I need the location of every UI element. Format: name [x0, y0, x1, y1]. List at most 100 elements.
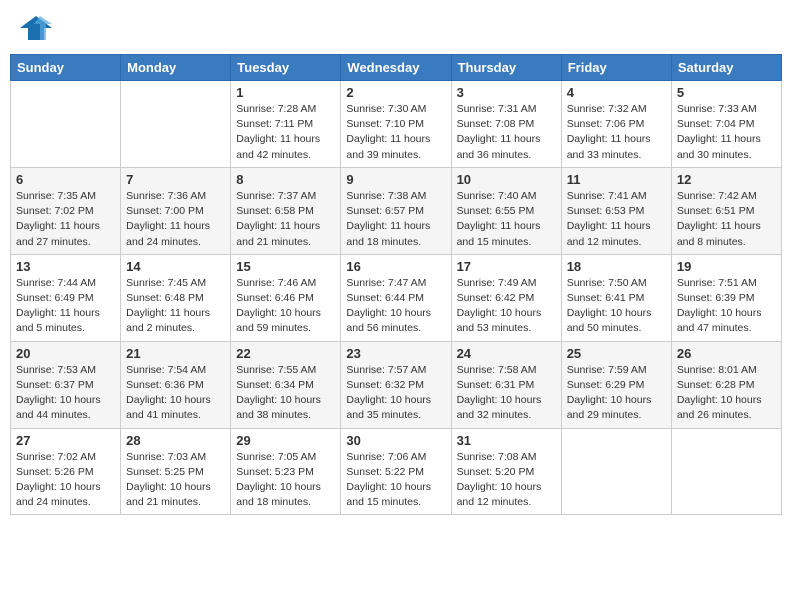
calendar-cell: 6 Sunrise: 7:35 AM Sunset: 7:02 PM Daylig… [11, 167, 121, 254]
calendar-cell: 12 Sunrise: 7:42 AM Sunset: 6:51 PM Dayli… [671, 167, 781, 254]
calendar-cell: 24 Sunrise: 7:58 AM Sunset: 6:31 PM Dayli… [451, 341, 561, 428]
calendar-cell [671, 428, 781, 515]
day-info: Sunrise: 7:05 AM Sunset: 5:23 PM Dayligh… [236, 450, 335, 511]
day-number: 26 [677, 346, 776, 361]
page-header [10, 10, 782, 46]
day-number: 15 [236, 259, 335, 274]
column-header-saturday: Saturday [671, 55, 781, 81]
day-number: 23 [346, 346, 445, 361]
calendar-cell: 18 Sunrise: 7:50 AM Sunset: 6:41 PM Dayli… [561, 254, 671, 341]
day-info: Sunrise: 7:31 AM Sunset: 7:08 PM Dayligh… [457, 102, 556, 163]
day-number: 1 [236, 85, 335, 100]
calendar-week-row: 1 Sunrise: 7:28 AM Sunset: 7:11 PM Daylig… [11, 81, 782, 168]
calendar-cell: 8Sunrise: 7:37 AM Sunset: 6:58 PM Daylig… [231, 167, 341, 254]
calendar-cell: 16Sunrise: 7:47 AM Sunset: 6:44 PM Dayli… [341, 254, 451, 341]
calendar-cell [11, 81, 121, 168]
day-number: 10 [457, 172, 556, 187]
day-info: Sunrise: 7:44 AM Sunset: 6:49 PM Dayligh… [16, 276, 115, 337]
calendar-week-row: 13 Sunrise: 7:44 AM Sunset: 6:49 PM Dayli… [11, 254, 782, 341]
calendar-cell: 19Sunrise: 7:51 AM Sunset: 6:39 PM Dayli… [671, 254, 781, 341]
day-info: Sunrise: 7:53 AM Sunset: 6:37 PM Dayligh… [16, 363, 115, 424]
calendar-cell: 29 Sunrise: 7:05 AM Sunset: 5:23 PM Dayli… [231, 428, 341, 515]
day-number: 13 [16, 259, 115, 274]
logo [18, 14, 56, 42]
day-info: Sunrise: 7:42 AM Sunset: 6:51 PM Dayligh… [677, 189, 776, 250]
calendar-cell: 31 Sunrise: 7:08 AM Sunset: 5:20 PM Dayli… [451, 428, 561, 515]
day-number: 2 [346, 85, 445, 100]
day-number: 28 [126, 433, 225, 448]
day-info: Sunrise: 7:08 AM Sunset: 5:20 PM Dayligh… [457, 450, 556, 511]
calendar-week-row: 27 Sunrise: 7:02 AM Sunset: 5:26 PM Dayli… [11, 428, 782, 515]
day-info: Sunrise: 7:51 AM Sunset: 6:39 PM Dayligh… [677, 276, 776, 337]
calendar-cell: 22Sunrise: 7:55 AM Sunset: 6:34 PM Dayli… [231, 341, 341, 428]
calendar-cell: 2 Sunrise: 7:30 AM Sunset: 7:10 PM Daylig… [341, 81, 451, 168]
calendar-week-row: 6 Sunrise: 7:35 AM Sunset: 7:02 PM Daylig… [11, 167, 782, 254]
day-info: Sunrise: 7:03 AM Sunset: 5:25 PM Dayligh… [126, 450, 225, 511]
day-info: Sunrise: 7:06 AM Sunset: 5:22 PM Dayligh… [346, 450, 445, 511]
day-number: 5 [677, 85, 776, 100]
calendar-cell: 21 Sunrise: 7:54 AM Sunset: 6:36 PM Dayli… [121, 341, 231, 428]
calendar-cell: 25 Sunrise: 7:59 AM Sunset: 6:29 PM Dayli… [561, 341, 671, 428]
day-number: 9 [346, 172, 445, 187]
day-number: 24 [457, 346, 556, 361]
calendar-cell: 1 Sunrise: 7:28 AM Sunset: 7:11 PM Daylig… [231, 81, 341, 168]
day-info: Sunrise: 7:57 AM Sunset: 6:32 PM Dayligh… [346, 363, 445, 424]
calendar-cell: 5 Sunrise: 7:33 AM Sunset: 7:04 PM Daylig… [671, 81, 781, 168]
day-info: Sunrise: 7:58 AM Sunset: 6:31 PM Dayligh… [457, 363, 556, 424]
day-number: 4 [567, 85, 666, 100]
day-info: Sunrise: 7:45 AM Sunset: 6:48 PM Dayligh… [126, 276, 225, 337]
day-number: 17 [457, 259, 556, 274]
day-number: 18 [567, 259, 666, 274]
day-info: Sunrise: 7:50 AM Sunset: 6:41 PM Dayligh… [567, 276, 666, 337]
day-info: Sunrise: 7:35 AM Sunset: 7:02 PM Dayligh… [16, 189, 115, 250]
day-info: Sunrise: 7:59 AM Sunset: 6:29 PM Dayligh… [567, 363, 666, 424]
day-number: 30 [346, 433, 445, 448]
calendar-cell: 10 Sunrise: 7:40 AM Sunset: 6:55 PM Dayli… [451, 167, 561, 254]
day-number: 12 [677, 172, 776, 187]
calendar-cell: 4 Sunrise: 7:32 AM Sunset: 7:06 PM Daylig… [561, 81, 671, 168]
day-number: 3 [457, 85, 556, 100]
day-number: 29 [236, 433, 335, 448]
calendar-cell: 7 Sunrise: 7:36 AM Sunset: 7:00 PM Daylig… [121, 167, 231, 254]
calendar-cell: 20 Sunrise: 7:53 AM Sunset: 6:37 PM Dayli… [11, 341, 121, 428]
day-info: Sunrise: 7:30 AM Sunset: 7:10 PM Dayligh… [346, 102, 445, 163]
column-header-monday: Monday [121, 55, 231, 81]
day-info: Sunrise: 8:01 AM Sunset: 6:28 PM Dayligh… [677, 363, 776, 424]
calendar-cell: 23 Sunrise: 7:57 AM Sunset: 6:32 PM Dayli… [341, 341, 451, 428]
calendar-cell: 15Sunrise: 7:46 AM Sunset: 6:46 PM Dayli… [231, 254, 341, 341]
day-info: Sunrise: 7:55 AM Sunset: 6:34 PM Dayligh… [236, 363, 335, 424]
calendar-cell: 30 Sunrise: 7:06 AM Sunset: 5:22 PM Dayli… [341, 428, 451, 515]
column-header-sunday: Sunday [11, 55, 121, 81]
day-info: Sunrise: 7:28 AM Sunset: 7:11 PM Dayligh… [236, 102, 335, 163]
day-info: Sunrise: 7:33 AM Sunset: 7:04 PM Dayligh… [677, 102, 776, 163]
day-number: 27 [16, 433, 115, 448]
day-info: Sunrise: 7:37 AM Sunset: 6:58 PM Dayligh… [236, 189, 335, 250]
day-number: 25 [567, 346, 666, 361]
day-info: Sunrise: 7:40 AM Sunset: 6:55 PM Dayligh… [457, 189, 556, 250]
day-info: Sunrise: 7:32 AM Sunset: 7:06 PM Dayligh… [567, 102, 666, 163]
day-number: 11 [567, 172, 666, 187]
calendar-cell: 26 Sunrise: 8:01 AM Sunset: 6:28 PM Dayli… [671, 341, 781, 428]
day-number: 20 [16, 346, 115, 361]
column-header-wednesday: Wednesday [341, 55, 451, 81]
day-number: 6 [16, 172, 115, 187]
calendar-cell [121, 81, 231, 168]
calendar-header-row: SundayMondayTuesdayWednesdayThursdayFrid… [11, 55, 782, 81]
day-number: 21 [126, 346, 225, 361]
calendar-cell: 14 Sunrise: 7:45 AM Sunset: 6:48 PM Dayli… [121, 254, 231, 341]
calendar-cell: 11 Sunrise: 7:41 AM Sunset: 6:53 PM Dayli… [561, 167, 671, 254]
day-info: Sunrise: 7:36 AM Sunset: 7:00 PM Dayligh… [126, 189, 225, 250]
day-info: Sunrise: 7:02 AM Sunset: 5:26 PM Dayligh… [16, 450, 115, 511]
day-number: 7 [126, 172, 225, 187]
calendar-cell: 17Sunrise: 7:49 AM Sunset: 6:42 PM Dayli… [451, 254, 561, 341]
day-number: 16 [346, 259, 445, 274]
calendar-cell: 27 Sunrise: 7:02 AM Sunset: 5:26 PM Dayli… [11, 428, 121, 515]
day-info: Sunrise: 7:41 AM Sunset: 6:53 PM Dayligh… [567, 189, 666, 250]
calendar-cell: 3 Sunrise: 7:31 AM Sunset: 7:08 PM Daylig… [451, 81, 561, 168]
logo-icon [18, 14, 54, 42]
day-info: Sunrise: 7:54 AM Sunset: 6:36 PM Dayligh… [126, 363, 225, 424]
column-header-thursday: Thursday [451, 55, 561, 81]
day-number: 14 [126, 259, 225, 274]
calendar-cell: 28 Sunrise: 7:03 AM Sunset: 5:25 PM Dayli… [121, 428, 231, 515]
day-number: 31 [457, 433, 556, 448]
